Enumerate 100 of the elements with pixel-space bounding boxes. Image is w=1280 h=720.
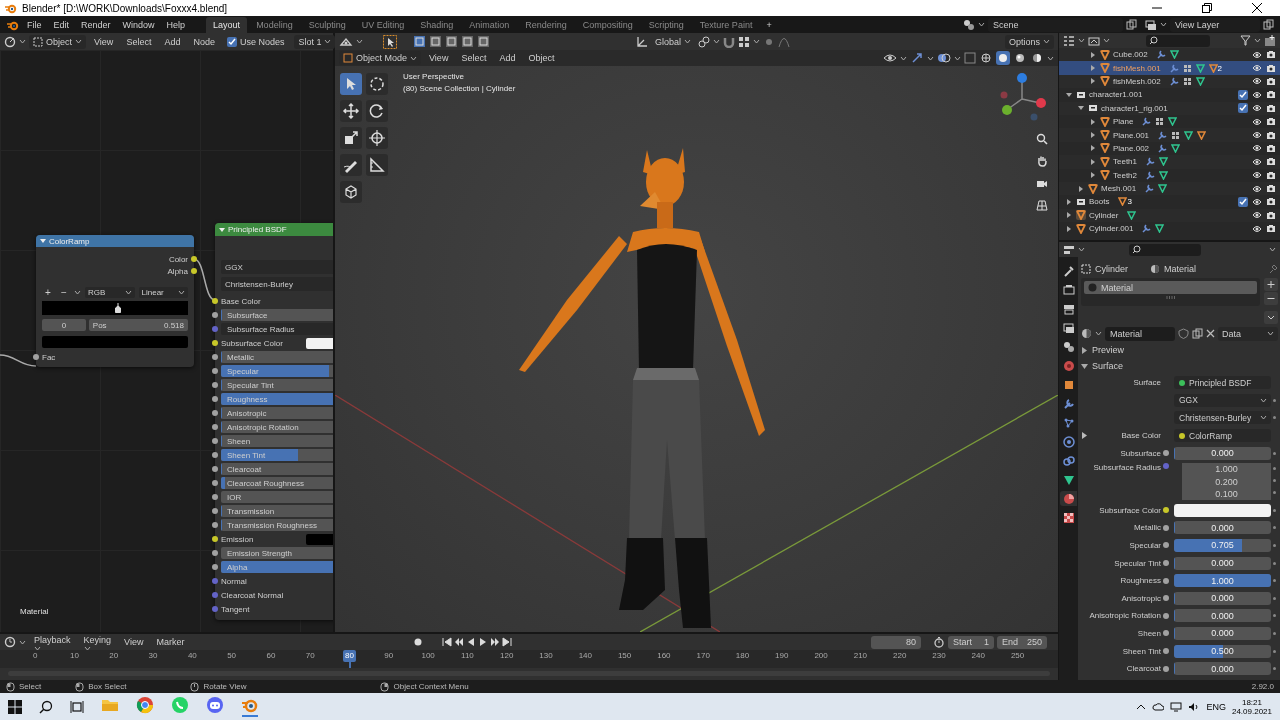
window-title: Blender* [D:\WORK\Downloads\Foxxx4.blend] <box>22 2 228 14</box>
interpolation-dropdown[interactable]: Linear <box>138 286 188 298</box>
menu-item[interactable]: Window <box>117 17 160 32</box>
workspace-tab[interactable]: Compositing <box>575 16 640 33</box>
menu-item[interactable]: Render <box>76 17 116 32</box>
vector-field[interactable]: Subsurface Radius <box>221 323 333 335</box>
add-workspace-button[interactable]: + <box>761 17 777 32</box>
menu-item[interactable]: File <box>22 17 47 32</box>
node-title: Principled BSDF <box>228 225 287 234</box>
link-dropdown[interactable]: Data <box>1218 326 1278 341</box>
workspace-tab[interactable]: Layout <box>206 16 248 33</box>
slider-field[interactable]: Sheen <box>221 435 333 447</box>
slider-field[interactable]: 0.000 <box>1174 609 1271 623</box>
outliner-row[interactable]: Cylinder.001 <box>1059 222 1280 236</box>
start-frame-field[interactable]: Start 1 <box>948 635 994 649</box>
slider-field[interactable]: 0.500 <box>1174 644 1271 658</box>
orientation-dropdown[interactable]: Global <box>651 34 695 49</box>
workspace-tab[interactable]: Sculpting <box>301 16 353 33</box>
slider-field[interactable]: 0.000 <box>1174 662 1271 676</box>
outliner-row[interactable]: Plane.002 <box>1059 141 1280 156</box>
color-ramp-node[interactable]: ColorRamp Color Alpha + − RGB Linear 0 Pos 0.518 Fac <box>36 235 194 367</box>
clock-date: 24.09.2021 <box>1231 706 1272 716</box>
menu-item[interactable]: View <box>424 50 454 66</box>
use-nodes-checkbox[interactable]: Use Nodes <box>222 34 289 49</box>
menu-dropdown[interactable]: Playback <box>29 634 76 650</box>
frame-number: 220 <box>892 650 908 662</box>
property-label: Sheen <box>1136 628 1161 638</box>
slider-field[interactable]: Clearcoat Roughness <box>221 477 333 489</box>
menu-item[interactable]: Node <box>188 34 220 49</box>
material-name-field[interactable]: Material <box>1105 326 1175 341</box>
number-field[interactable]: IOR <box>221 491 333 503</box>
property-label: Subsurface <box>1119 448 1161 458</box>
dropdown[interactable]: GGX <box>1174 393 1271 407</box>
position-field[interactable]: Pos 0.518 <box>88 319 188 331</box>
menu-item[interactable]: View <box>89 34 119 49</box>
workspace-tab[interactable]: Modeling <box>249 16 300 33</box>
dropdown[interactable]: Christensen-Burley <box>1174 411 1271 425</box>
menu-item[interactable]: Object <box>523 50 560 66</box>
scene-field[interactable]: Scene <box>988 17 1123 32</box>
object-dropdown[interactable]: Object <box>29 34 86 49</box>
number-field[interactable]: Emission Strength <box>221 547 333 559</box>
slider-field[interactable]: Anisotropic Rotation <box>221 421 333 433</box>
stop-index-field[interactable]: 0 <box>42 319 86 331</box>
slider-field[interactable]: Transmission Roughness <box>221 519 333 531</box>
distribution-dropdown[interactable]: GGX <box>221 260 333 274</box>
outliner-row[interactable]: Plane <box>1059 114 1280 129</box>
outliner-item-name: Teeth1 <box>1113 157 1138 167</box>
outliner-row[interactable]: Teeth2 <box>1059 168 1280 182</box>
outliner-row[interactable]: character1.001 <box>1059 88 1280 102</box>
workspace-tab[interactable]: Animation <box>462 16 517 33</box>
shader-link-field[interactable]: Principled BSDF <box>1174 376 1271 390</box>
menu-item[interactable]: Marker <box>151 634 190 650</box>
slider-field[interactable]: 0.000 <box>1174 556 1271 570</box>
frame-number: 50 <box>226 650 238 662</box>
menu-item[interactable]: Help <box>161 17 191 32</box>
remove-stop-button[interactable]: − <box>58 286 70 298</box>
view-layer-field[interactable]: View Layer <box>1170 17 1260 32</box>
options-dropdown[interactable]: Options <box>1004 34 1054 49</box>
menu-item[interactable]: Add <box>494 50 521 66</box>
workspace-tab[interactable]: Scripting <box>641 16 691 33</box>
color-mode-dropdown[interactable]: RGB <box>85 286 135 298</box>
workspace-tab[interactable]: Shading <box>413 16 461 33</box>
outliner-row[interactable]: fishMesh.001 2 <box>1059 61 1280 75</box>
slider-field[interactable]: Specular Tint <box>221 379 333 391</box>
slider-field[interactable]: Metallic <box>221 351 333 363</box>
slider-field[interactable]: 0.000 <box>1174 521 1271 535</box>
outliner-item-name: character1.001 <box>1089 90 1143 100</box>
menu-item[interactable]: Select <box>121 34 157 49</box>
slider-field[interactable]: Transmission <box>221 505 333 517</box>
slider-field[interactable]: Clearcoat <box>221 463 333 475</box>
workspace-tab[interactable]: Rendering <box>518 16 574 33</box>
panel-header[interactable]: Surface <box>1081 359 1278 373</box>
outliner-row[interactable]: Boots 3 <box>1059 195 1280 209</box>
slider-field[interactable]: 0.000 <box>1174 591 1271 605</box>
workspace-tab[interactable]: UV Editing <box>354 16 412 33</box>
shader-link-field[interactable]: ColorRamp <box>1174 429 1271 443</box>
subsurface-method-dropdown[interactable]: Christensen-Burley <box>221 277 333 291</box>
material-slot[interactable]: Material <box>1084 281 1257 294</box>
menu-item[interactable]: Edit <box>48 17 75 32</box>
panel-header[interactable]: Preview <box>1081 343 1278 357</box>
slot-dropdown[interactable]: Slot 1 <box>294 34 336 49</box>
slider-field[interactable]: 0.000 <box>1174 446 1271 460</box>
outliner-item-name: character1_rig.001 <box>1101 103 1168 113</box>
menu-item[interactable]: Select <box>456 50 492 66</box>
slider-field[interactable]: Subsurface <box>221 309 333 321</box>
slider-field[interactable]: 0.000 <box>1174 626 1271 640</box>
property-label: Specular Tint <box>1113 558 1161 568</box>
viewport-info-text: (80) Scene Collection | Cylinder <box>403 84 516 93</box>
slider-field[interactable]: Anisotropic <box>221 407 333 419</box>
menu-item[interactable]: Add <box>159 34 186 49</box>
number-field[interactable]: 0.200 <box>1182 475 1271 488</box>
menu-dropdown[interactable]: Keying <box>78 634 117 650</box>
menu-item[interactable]: View <box>119 634 149 650</box>
current-frame-field[interactable]: 80 <box>871 635 921 649</box>
workspace-tab[interactable]: Texture Paint <box>692 16 760 33</box>
end-frame-field[interactable]: End 250 <box>997 635 1047 649</box>
slider-field[interactable]: 0.705 <box>1174 538 1271 552</box>
slider-field[interactable]: 1.000 <box>1174 574 1271 588</box>
add-stop-button[interactable]: + <box>42 286 54 298</box>
number-field[interactable]: 1.000 <box>1182 462 1271 476</box>
